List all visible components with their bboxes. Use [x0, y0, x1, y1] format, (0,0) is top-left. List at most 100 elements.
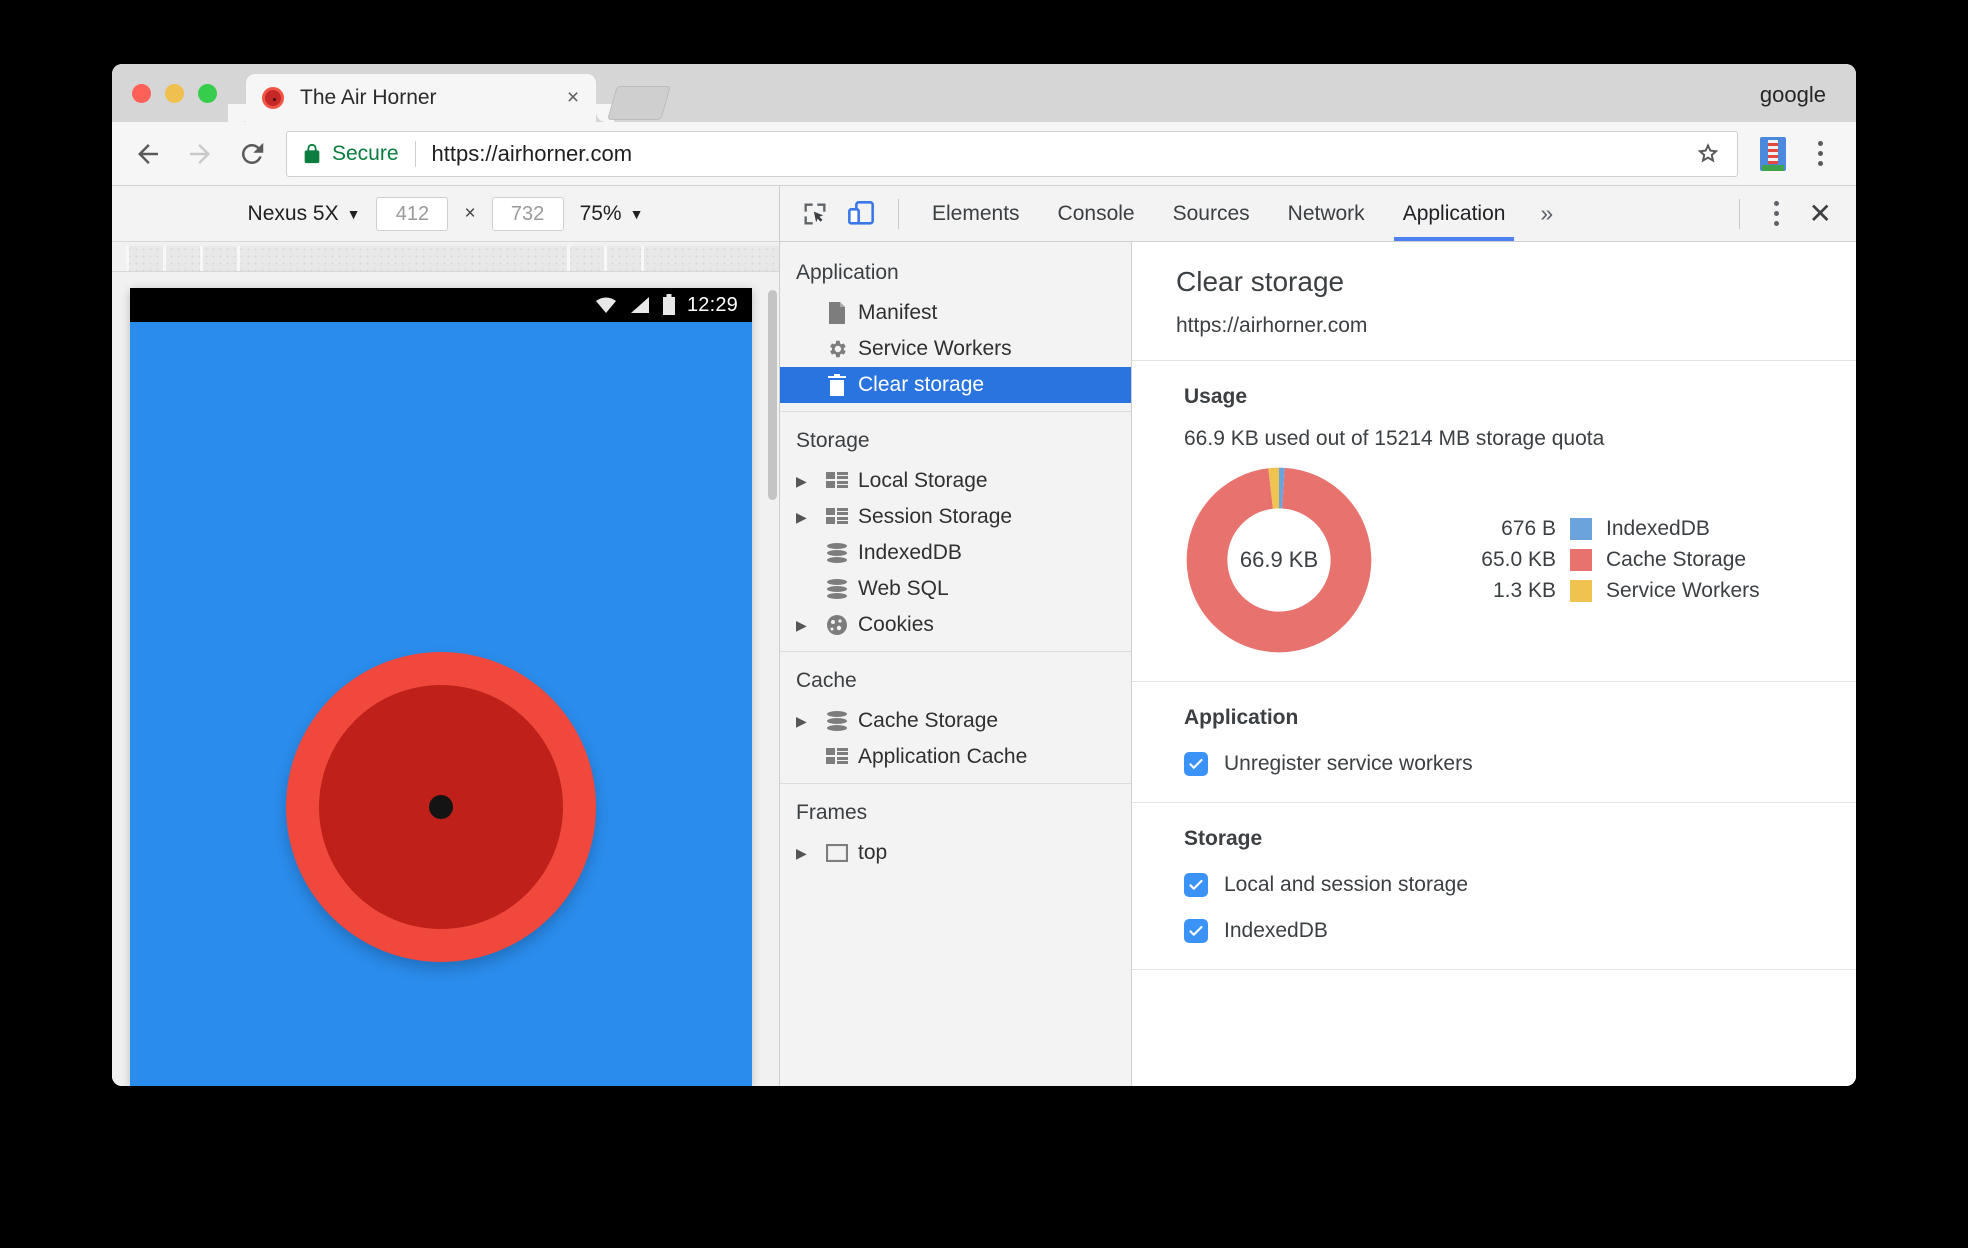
sidebar-item-indexeddb[interactable]: ▶ IndexedDB: [780, 535, 1131, 571]
tab-network[interactable]: Network: [1269, 186, 1384, 241]
trash-icon: [824, 374, 850, 396]
wifi-icon: [595, 297, 616, 313]
tree-group-title: Cache: [796, 669, 857, 692]
sidebar-item-manifest[interactable]: ▶ Manifest: [780, 295, 1131, 331]
sidebar-item-service-workers[interactable]: ▶ Service Workers: [780, 331, 1131, 367]
origin-label: https://airhorner.com: [1176, 314, 1368, 337]
tab-sources[interactable]: Sources: [1154, 186, 1269, 241]
legend-swatch-service-workers: [1570, 580, 1592, 602]
sidebar-item-session-storage[interactable]: ▶ Session Storage: [780, 499, 1131, 535]
checkbox-checked-icon[interactable]: [1184, 873, 1208, 897]
reload-icon: [241, 142, 264, 164]
legend-item: 1.3 KB Service Workers: [1446, 576, 1760, 607]
arrow-left-icon: [138, 143, 158, 164]
reload-button[interactable]: [226, 128, 278, 180]
airhorner-favicon-icon: [262, 87, 284, 109]
security-status-label: Secure: [332, 141, 399, 165]
expand-arrow-icon[interactable]: ▶: [796, 617, 816, 634]
device-selector[interactable]: Nexus 5X ▼: [248, 202, 361, 226]
gear-icon: [824, 338, 850, 360]
content-split: Nexus 5X ▼ 412 × 732 75% ▼ 12:29 Element…: [112, 186, 1856, 1086]
forward-button[interactable]: [174, 128, 226, 180]
devtools-tab-bar: Elements Console Sources Network Applica…: [780, 186, 1856, 242]
sidebar-item-label: Manifest: [858, 301, 938, 324]
airhorner-app-canvas[interactable]: [130, 322, 752, 1086]
battery-icon: [662, 294, 675, 315]
tab-console[interactable]: Console: [1039, 186, 1154, 241]
checkbox-checked-icon[interactable]: [1184, 752, 1208, 776]
usage-chart-row: 66.9 KB 676 B IndexedDB 65.0 KB Cache St…: [1184, 465, 1812, 655]
divider: [414, 140, 416, 167]
database-icon: [824, 711, 850, 731]
table-icon: [824, 508, 850, 526]
tab-elements[interactable]: Elements: [913, 186, 1039, 241]
legend-label: Service Workers: [1606, 579, 1760, 602]
sidebar-item-label: Session Storage: [858, 505, 1013, 528]
new-tab-button[interactable]: [607, 86, 671, 120]
legend-label: Cache Storage: [1606, 548, 1747, 571]
viewport-scrollbar[interactable]: [768, 290, 777, 1086]
browser-tab-active[interactable]: The Air Horner ×: [246, 74, 614, 122]
viewport-ruler: [112, 242, 779, 272]
lighthouse-extension-icon[interactable]: [1760, 136, 1786, 171]
window-traffic-lights: [132, 84, 217, 103]
usage-heading: Usage: [1184, 385, 1248, 408]
divider: [1738, 198, 1740, 229]
close-icon[interactable]: ×: [560, 85, 586, 111]
sidebar-item-cookies[interactable]: ▶ Cookies: [780, 607, 1131, 643]
sidebar-item-top-frame[interactable]: ▶ top: [780, 835, 1131, 871]
device-emulation-toolbar: Nexus 5X ▼ 412 × 732 75% ▼: [112, 186, 779, 242]
sidebar-item-application-cache[interactable]: ▶ Application Cache: [780, 739, 1131, 775]
zoom-selector[interactable]: 75% ▼: [580, 202, 644, 226]
tree-group-title: Frames: [796, 801, 868, 824]
maximize-window-button[interactable]: [198, 84, 217, 103]
legend-item: 65.0 KB Cache Storage: [1446, 545, 1760, 576]
minimize-window-button[interactable]: [165, 84, 184, 103]
airhorn-button[interactable]: [286, 652, 596, 962]
checkbox-checked-icon[interactable]: [1184, 919, 1208, 943]
expand-arrow-icon[interactable]: ▶: [796, 473, 816, 490]
arrow-right-icon: [190, 143, 210, 164]
tab-application[interactable]: Application: [1384, 186, 1525, 241]
clear-storage-panel: Clear storage https://airhorner.com Usag…: [1132, 242, 1856, 1086]
checkbox-row-local-and-session-storage[interactable]: Local and session storage: [1184, 873, 1812, 897]
expand-arrow-icon[interactable]: ▶: [796, 713, 816, 730]
lock-icon: [301, 142, 323, 166]
browser-menu-button[interactable]: [1800, 141, 1840, 166]
url-text[interactable]: https://airhorner.com: [432, 141, 633, 167]
divider: [898, 198, 899, 229]
document-icon: [824, 302, 850, 324]
sidebar-item-label: Cookies: [858, 613, 934, 636]
back-button[interactable]: [122, 128, 174, 180]
cookie-icon: [824, 614, 850, 636]
viewport-height-input[interactable]: 732: [491, 196, 564, 231]
address-bar[interactable]: Secure https://airhorner.com: [286, 130, 1738, 177]
expand-arrow-icon[interactable]: ▶: [796, 845, 816, 862]
profile-label[interactable]: google: [1760, 82, 1826, 108]
checkbox-row-unregister-service-workers[interactable]: Unregister service workers: [1184, 752, 1812, 776]
more-tabs-icon[interactable]: »: [1524, 186, 1569, 241]
cellular-signal-icon: [630, 297, 649, 313]
sidebar-item-web-sql[interactable]: ▶ Web SQL: [780, 571, 1131, 607]
legend-swatch-indexeddb: [1570, 518, 1592, 540]
devtools-menu-button[interactable]: [1760, 201, 1793, 226]
tab-strip: The Air Horner × google: [112, 64, 1856, 122]
sidebar-item-local-storage[interactable]: ▶ Local Storage: [780, 463, 1131, 499]
bookmark-star-icon[interactable]: [1693, 139, 1723, 169]
sidebar-item-cache-storage[interactable]: ▶ Cache Storage: [780, 703, 1131, 739]
expand-arrow-icon[interactable]: ▶: [796, 509, 816, 526]
tree-group-frames: Frames ▶ top: [780, 783, 1131, 871]
clear-storage-header: Clear storage https://airhorner.com: [1132, 242, 1856, 361]
device-viewport[interactable]: 12:29: [130, 288, 752, 1086]
close-window-button[interactable]: [132, 84, 151, 103]
checkbox-row-indexeddb[interactable]: IndexedDB: [1184, 919, 1812, 943]
tree-group-application: Application ▶ Manifest ▶: [780, 252, 1131, 403]
toggle-device-toolbar-icon[interactable]: [838, 191, 884, 237]
database-icon: [824, 579, 850, 599]
inspect-element-icon[interactable]: [792, 191, 838, 237]
chevron-down-icon: ▼: [346, 205, 361, 222]
viewport-width-input[interactable]: 412: [376, 196, 449, 231]
close-devtools-icon[interactable]: ✕: [1799, 197, 1842, 230]
sidebar-item-clear-storage[interactable]: ▶ Clear storage: [780, 367, 1131, 403]
tree-group-cache: Cache ▶ Cache Storage ▶: [780, 651, 1131, 775]
